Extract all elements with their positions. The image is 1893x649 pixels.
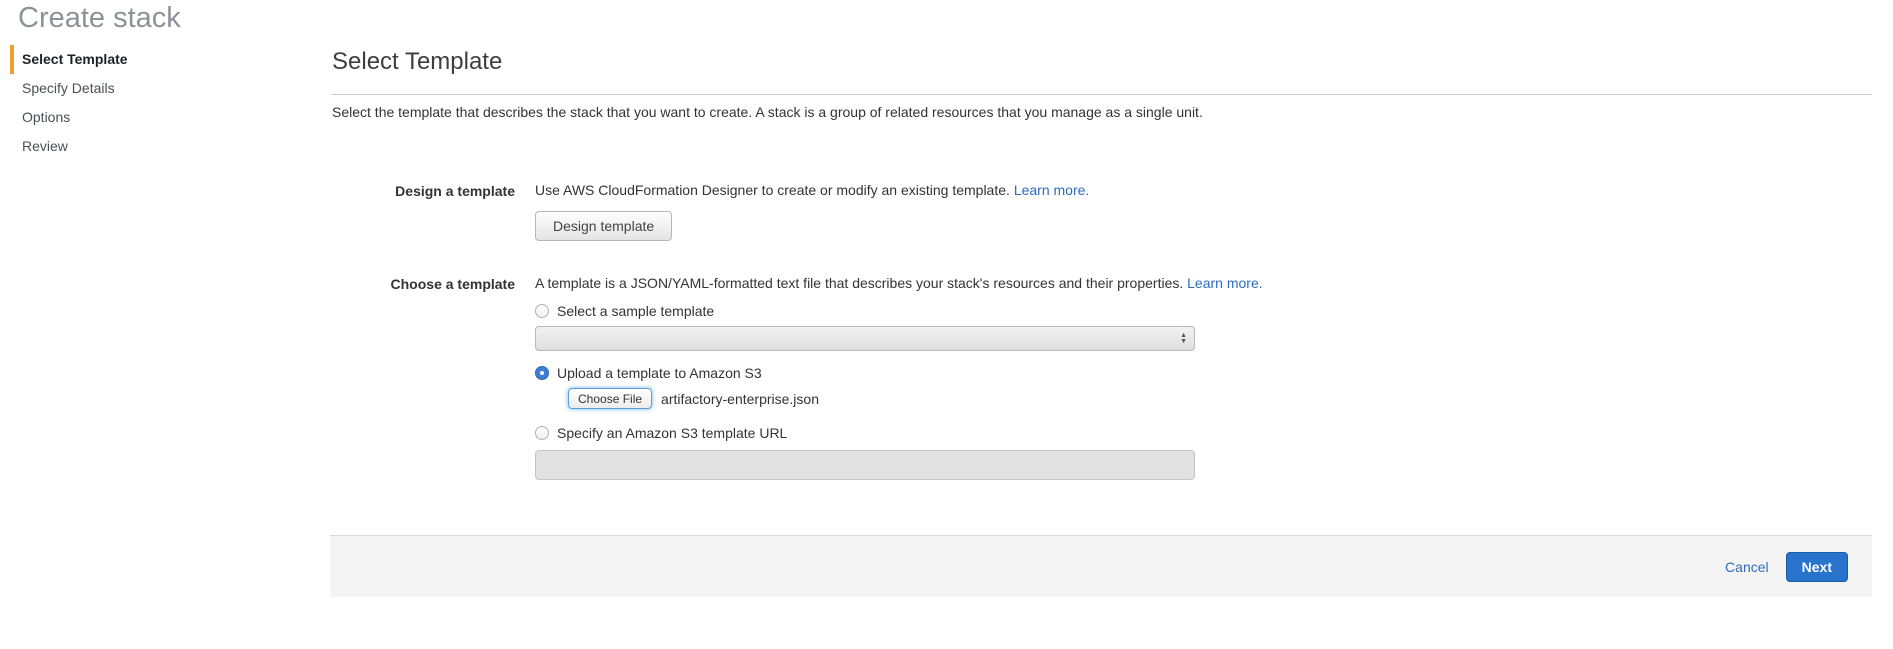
choose-template-row: Choose a template A template is a JSON/Y… bbox=[332, 275, 1263, 480]
design-template-button[interactable]: Design template bbox=[535, 211, 672, 241]
choose-file-button[interactable]: Choose File bbox=[568, 388, 652, 409]
cancel-button[interactable]: Cancel bbox=[1725, 559, 1769, 575]
file-upload-row: Choose File artifactory-enterprise.json bbox=[568, 388, 1263, 409]
s3-url-input[interactable] bbox=[535, 450, 1195, 480]
sidebar-item-review[interactable]: Review bbox=[10, 132, 260, 161]
page-title: Create stack bbox=[18, 2, 181, 35]
upload-template-radio[interactable] bbox=[535, 366, 549, 380]
next-button[interactable]: Next bbox=[1786, 552, 1848, 582]
design-template-row: Design a template Use AWS CloudFormation… bbox=[332, 182, 1089, 241]
sample-template-option: Select a sample template bbox=[535, 303, 1263, 319]
choose-learn-more-link[interactable]: Learn more. bbox=[1187, 275, 1262, 291]
wizard-footer: Cancel Next bbox=[330, 535, 1872, 597]
sidebar-item-select-template[interactable]: Select Template bbox=[10, 45, 260, 74]
section-heading: Select Template bbox=[332, 48, 502, 76]
upload-template-radio-label[interactable]: Upload a template to Amazon S3 bbox=[557, 365, 762, 381]
heading-divider bbox=[332, 94, 1872, 95]
choose-template-label: Choose a template bbox=[332, 275, 515, 292]
section-description: Select the template that describes the s… bbox=[332, 104, 1632, 120]
sample-template-radio-label[interactable]: Select a sample template bbox=[557, 303, 714, 319]
sample-template-select[interactable]: ▲ ▼ bbox=[535, 326, 1195, 351]
upload-template-option: Upload a template to Amazon S3 bbox=[535, 365, 1263, 381]
select-stepper-icon: ▲ ▼ bbox=[1180, 333, 1187, 345]
s3-url-radio-label[interactable]: Specify an Amazon S3 template URL bbox=[557, 425, 787, 441]
uploaded-file-name: artifactory-enterprise.json bbox=[661, 391, 819, 407]
wizard-steps-sidebar: Select Template Specify Details Options … bbox=[10, 45, 260, 161]
sample-template-radio[interactable] bbox=[535, 304, 549, 318]
sidebar-item-options[interactable]: Options bbox=[10, 103, 260, 132]
choose-template-text: A template is a JSON/YAML-formatted text… bbox=[535, 275, 1187, 291]
design-template-label: Design a template bbox=[332, 182, 515, 199]
sidebar-item-specify-details[interactable]: Specify Details bbox=[10, 74, 260, 103]
design-learn-more-link[interactable]: Learn more. bbox=[1014, 182, 1089, 198]
design-template-text: Use AWS CloudFormation Designer to creat… bbox=[535, 182, 1014, 198]
s3-url-option: Specify an Amazon S3 template URL bbox=[535, 425, 1263, 441]
s3-url-radio[interactable] bbox=[535, 426, 549, 440]
